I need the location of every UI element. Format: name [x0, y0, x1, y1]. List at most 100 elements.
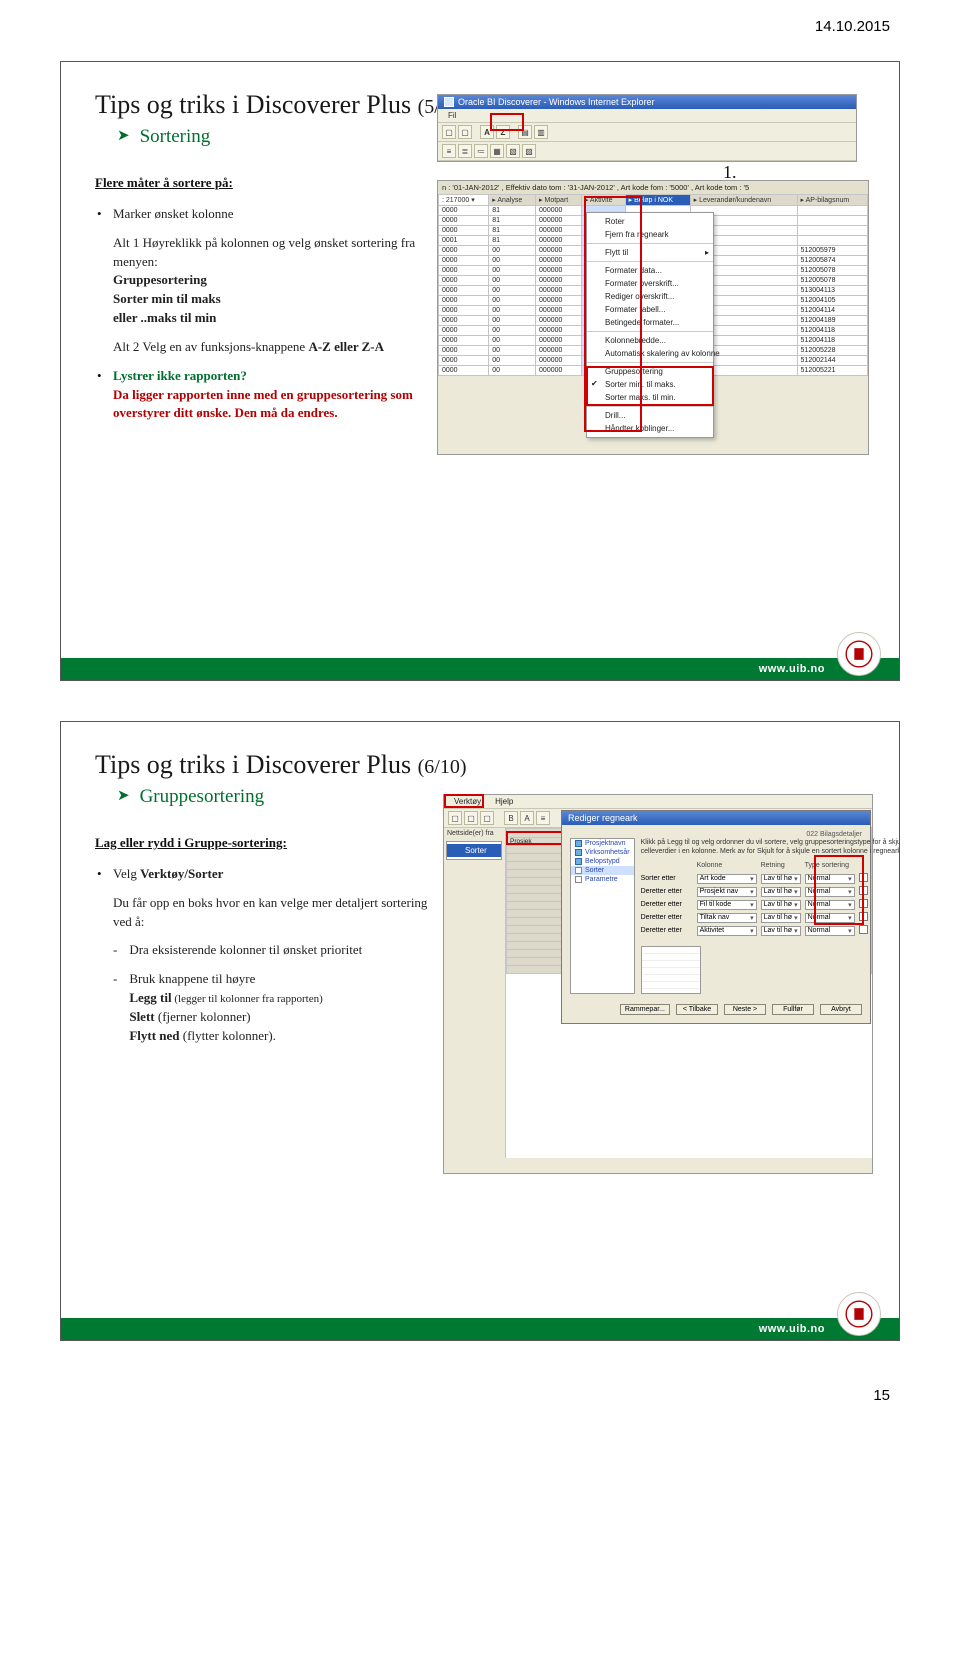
dash2-text: Bruk knappene til høyre Legg til (legger…	[129, 970, 322, 1045]
dialog-checkbox[interactable]	[859, 873, 900, 884]
context-menu-item[interactable]: Kolonnebredde...	[587, 334, 713, 347]
tb-icon[interactable]: ≣	[458, 144, 472, 158]
dialog-select[interactable]: Normal▾	[805, 900, 855, 910]
dialog-list-item[interactable]: Belopstypd	[571, 857, 634, 866]
context-menu-item[interactable]: Drill...	[587, 409, 713, 422]
context-menu-item[interactable]: Flytt til▸	[587, 246, 713, 259]
tb-icon[interactable]: ▨	[522, 144, 536, 158]
page-date: 14.10.2015	[0, 0, 960, 39]
tb-icon[interactable]: ▢	[442, 125, 456, 139]
dialog-select[interactable]: Lav til hø▾	[761, 900, 801, 910]
block-head: Flere måter å sortere på:	[95, 174, 435, 193]
dialog-grid-header: Retning	[761, 862, 801, 871]
dialog-left-list[interactable]: ProsjektnavnVirksomhetsårBelopstypdSorte…	[570, 838, 635, 994]
col-head[interactable]: ▸ Analyse	[489, 195, 536, 206]
tb-icon[interactable]: ▧	[506, 144, 520, 158]
context-menu-item[interactable]: Håndter koblinger...	[587, 422, 713, 435]
tb-icon[interactable]: ≡	[536, 811, 550, 825]
slide2-text: Lag eller rydd i Gruppe-sortering: Velg …	[95, 834, 435, 1214]
tb-icon[interactable]: ▢	[448, 811, 462, 825]
context-menu-item[interactable]: Roter	[587, 215, 713, 228]
dialog-checkbox[interactable]	[859, 899, 900, 910]
dialog-select[interactable]: Tiltak nav▾	[697, 913, 757, 923]
bullet-lystrer: Lystrer ikke rapporten? Da ligger rappor…	[95, 367, 435, 424]
callout-1: 1.	[723, 162, 737, 183]
col-head[interactable]: ▸ AP-bilagsnum	[797, 195, 867, 206]
dialog-checkbox[interactable]	[859, 886, 900, 897]
sort-az-button[interactable]: A	[480, 125, 494, 139]
tb-icon[interactable]: ▦	[490, 144, 504, 158]
sort-za-button[interactable]: Z	[496, 125, 510, 139]
tb-icon[interactable]: ▥	[534, 125, 548, 139]
ans-text: Da ligger rapporten inne med en gruppeso…	[113, 387, 413, 421]
context-menu-item[interactable]: Rediger overskrift...	[587, 290, 713, 303]
dialog-button[interactable]: < Tilbake	[676, 1004, 718, 1015]
context-menu[interactable]: RoterFjern fra regneark Flytt til▸ Formate…	[586, 212, 714, 438]
tb-icon[interactable]: ▤	[518, 125, 532, 139]
dialog-select[interactable]: Art kode▾	[697, 874, 757, 884]
bullet-velg: Velg Verktøy/Sorter	[95, 865, 435, 884]
context-menu-item[interactable]: Sorter maks. til min.	[587, 391, 713, 404]
dialog-checkbox[interactable]	[859, 912, 900, 923]
dialog-select[interactable]: Lav til hø▾	[761, 913, 801, 923]
tb-icon[interactable]: A	[520, 811, 534, 825]
dialog-list-item[interactable]: Parametre	[571, 875, 634, 884]
col-head[interactable]: ▸ Leverandør/kundenavn	[690, 195, 797, 206]
dialog-select[interactable]: Lav til hø▾	[761, 874, 801, 884]
col-head[interactable]: ▸ Aktivite	[581, 195, 625, 206]
dialog-checkbox[interactable]	[859, 925, 900, 936]
uib-logo-icon	[837, 1292, 881, 1336]
context-menu-item[interactable]: Formater tabell...	[587, 303, 713, 316]
menu-item-sorter[interactable]: Sorter	[447, 844, 501, 857]
toolbar-row-2: ≡ ≣ ≔ ▦ ▧ ▨	[438, 142, 856, 161]
slide1-text: Flere måter å sortere på: Marker ønsket …	[95, 174, 435, 433]
preview-box	[641, 946, 701, 994]
dialog-select[interactable]: Lav til hø▾	[761, 887, 801, 897]
dialog-select[interactable]: Fil til kode▾	[697, 900, 757, 910]
dialog-select[interactable]: Normal▾	[805, 887, 855, 897]
slide-title-part: (6/10)	[418, 756, 467, 778]
tb-icon[interactable]: ≔	[474, 144, 488, 158]
dialog-list-item[interactable]: Sorter	[571, 866, 634, 875]
context-menu-item[interactable]: Formater data...	[587, 264, 713, 277]
grid-figure: n : '01-JAN-2012' , Effektiv dato tom : …	[437, 180, 869, 455]
dialog-list-item[interactable]: Virksomhetsår	[571, 848, 634, 857]
tb-icon[interactable]: ▢	[458, 125, 472, 139]
page-number: 15	[0, 1381, 960, 1422]
dialog-button[interactable]: Neste >	[724, 1004, 766, 1015]
menu-item[interactable]: Verktøy	[448, 797, 487, 806]
footer-url: www.uib.no	[759, 663, 825, 675]
dialog-select[interactable]: Normal▾	[805, 926, 855, 936]
dialog-grid-header: Kolonne	[697, 862, 757, 871]
dialog-select[interactable]: Normal▾	[805, 913, 855, 923]
slide-5: Tips og triks i Discoverer Plus (5/10) S…	[60, 61, 900, 681]
dialog-select[interactable]: Lav til hø▾	[761, 926, 801, 936]
context-menu-item[interactable]: Fjern fra regneark	[587, 228, 713, 241]
dialog-grid-header	[641, 866, 693, 868]
dialog-button[interactable]: Avbryt	[820, 1004, 862, 1015]
dialog-button[interactable]: Rammepar...	[620, 1004, 670, 1015]
tb-icon[interactable]: B	[504, 811, 518, 825]
context-menu-item[interactable]: Formater overskrift...	[587, 277, 713, 290]
dialog-select[interactable]: Aktivitet▾	[697, 926, 757, 936]
dialog-button[interactable]: Fullfør	[772, 1004, 814, 1015]
context-menu-item[interactable]: Automatisk skalering av kolonne	[587, 347, 713, 360]
dialog-select[interactable]: Prosjekt nav▾	[697, 887, 757, 897]
dialog-select[interactable]: Normal▾	[805, 874, 855, 884]
context-menu-item[interactable]: Gruppesortering	[587, 365, 713, 378]
menu-item[interactable]: Hjelp	[489, 797, 519, 806]
dialog-grid-header	[859, 866, 900, 868]
slide-6: Tips og triks i Discoverer Plus (6/10) G…	[60, 721, 900, 1341]
dash1-text: Dra eksisterende kolonner til ønsket pri…	[129, 941, 362, 960]
col-head[interactable]: ▸ Motpart	[536, 195, 582, 206]
slide-footer: www.uib.no	[61, 1318, 899, 1340]
context-menu-item[interactable]: Betingede formater...	[587, 316, 713, 329]
bullet-marker-col: Marker ønsket kolonne	[95, 205, 435, 224]
context-menu-item[interactable]: Sorter min. til maks.	[587, 378, 713, 391]
toolbar-row-1: ▢ ▢ A Z ▤ ▥	[438, 123, 856, 142]
dialog-list-item[interactable]: Prosjektnavn	[571, 839, 634, 848]
col-head[interactable]: ▸ Beløp i NOK	[625, 195, 690, 206]
tb-icon[interactable]: ▢	[480, 811, 494, 825]
tb-icon[interactable]: ≡	[442, 144, 456, 158]
tb-icon[interactable]: ▢	[464, 811, 478, 825]
